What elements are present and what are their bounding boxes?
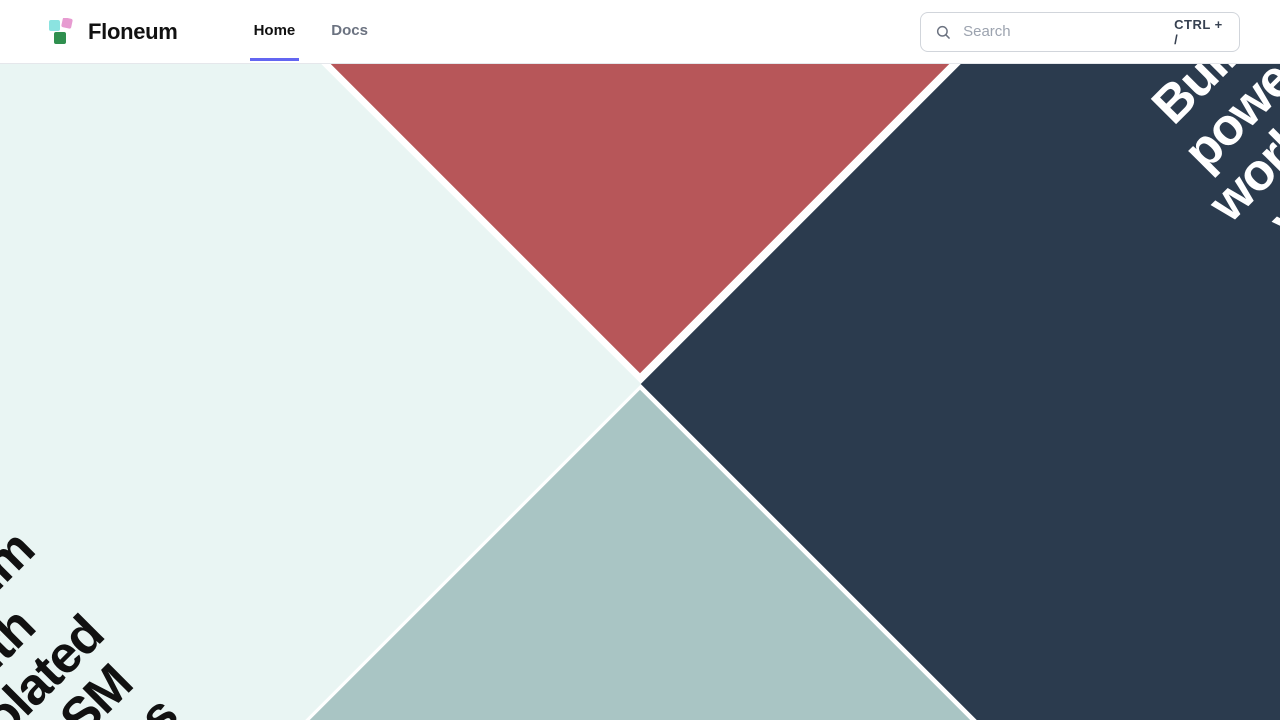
hero: Securely extend Floneum with isolated WA… <box>0 64 1280 720</box>
brand-logo-icon <box>48 18 80 46</box>
search-shortcut-hint: CTRL + / <box>1174 17 1225 47</box>
hero-panel-left-text: Securely extend Floneum with isolated WA… <box>0 445 199 720</box>
brand[interactable]: Floneum <box>48 18 178 46</box>
primary-nav: Home Docs <box>250 2 372 61</box>
search-icon <box>935 23 951 41</box>
brand-name: Floneum <box>88 19 178 45</box>
search-input[interactable] <box>963 23 1162 40</box>
search: CTRL + / <box>920 12 1240 52</box>
app-header: Floneum Home Docs CTRL + / <box>0 0 1280 64</box>
search-box[interactable]: CTRL + / <box>920 12 1240 52</box>
hero-panel-right-text: Build AI powered workflows visually <box>1122 64 1280 271</box>
nav-home[interactable]: Home <box>250 2 300 61</box>
nav-docs[interactable]: Docs <box>327 2 372 61</box>
